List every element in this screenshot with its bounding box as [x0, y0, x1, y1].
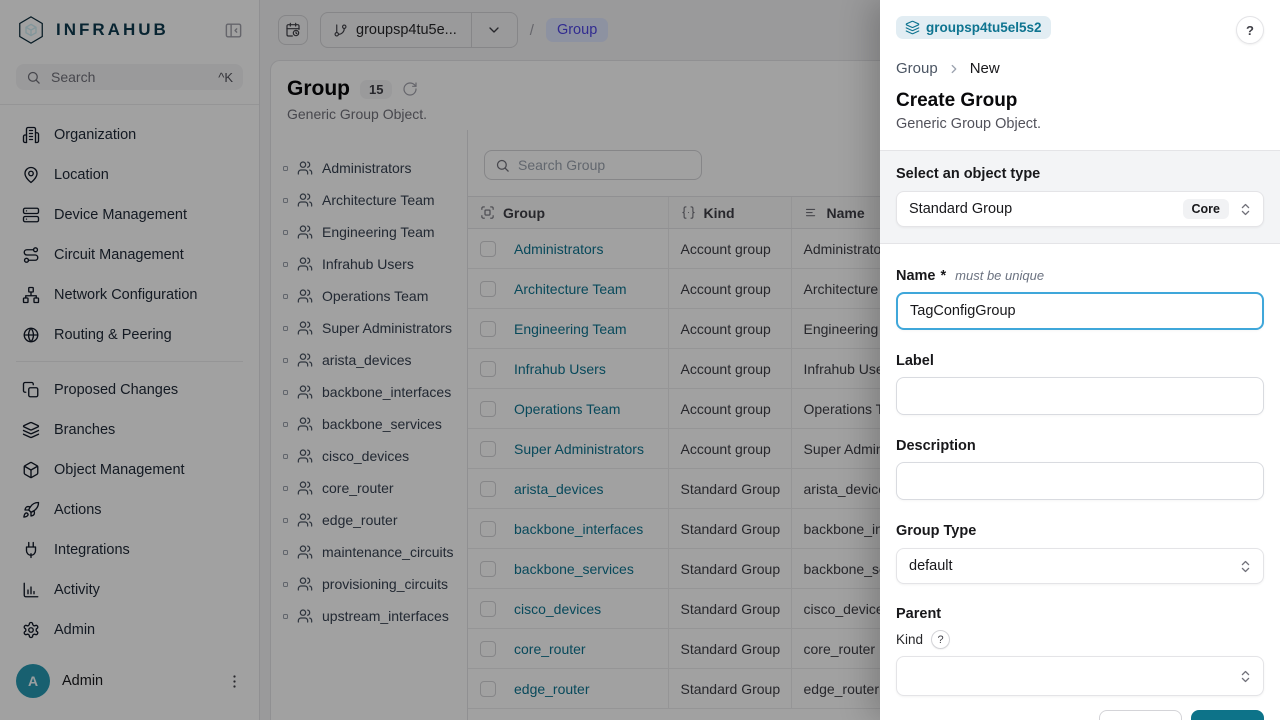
parent-label: Parent: [896, 606, 1264, 622]
object-type-label: Select an object type: [896, 166, 1264, 182]
help-button[interactable]: ?: [1236, 16, 1264, 44]
parent-kind-select[interactable]: [896, 656, 1264, 696]
drawer-breadcrumb: Group New: [896, 60, 1264, 77]
group-type-value: default: [909, 558, 1238, 574]
name-hint: must be unique: [955, 268, 1044, 283]
kind-label: Kind: [896, 632, 923, 647]
object-type-section: Select an object type Standard Group Cor…: [880, 150, 1280, 244]
description-label: Description: [896, 438, 1264, 454]
branch-badge-label: groupsp4tu5el5s2: [926, 20, 1042, 35]
create-group-drawer: groupsp4tu5el5s2 ? Group New Create Grou…: [880, 0, 1280, 720]
save-button[interactable]: Save: [1191, 710, 1264, 720]
drawer-subtitle: Generic Group Object.: [896, 116, 1264, 132]
group-type-field-block: Group Type default: [896, 523, 1264, 584]
parent-field-block: Parent Kind ?: [896, 606, 1264, 696]
branch-badge: groupsp4tu5el5s2: [896, 16, 1051, 39]
create-group-form: Name * must be unique Label Description …: [880, 244, 1280, 696]
group-type-select[interactable]: default: [896, 548, 1264, 584]
modal-overlay[interactable]: [0, 0, 880, 720]
chevrons-up-down-icon: [1238, 669, 1253, 684]
drawer-title: Create Group: [896, 90, 1264, 112]
name-field-block: Name * must be unique: [896, 268, 1264, 330]
breadcrumb-current: New: [970, 60, 1000, 77]
label-label: Label: [896, 353, 1264, 369]
required-asterisk: *: [941, 268, 947, 284]
drawer-header: groupsp4tu5el5s2 ? Group New Create Grou…: [880, 0, 1280, 150]
object-type-select[interactable]: Standard Group Core: [896, 191, 1264, 227]
chevrons-up-down-icon: [1238, 559, 1253, 574]
label-field-block: Label: [896, 353, 1264, 415]
breadcrumb-parent: Group: [896, 60, 938, 77]
object-type-value: Standard Group: [909, 201, 1183, 217]
group-type-label: Group Type: [896, 523, 1264, 539]
cancel-button[interactable]: Cancel: [1099, 710, 1182, 720]
kind-help-button[interactable]: ?: [931, 630, 950, 649]
chevrons-up-down-icon: [1238, 202, 1253, 217]
description-field-block: Description: [896, 438, 1264, 500]
name-input[interactable]: [896, 292, 1264, 330]
core-badge: Core: [1183, 199, 1229, 219]
description-input[interactable]: [896, 462, 1264, 500]
name-label: Name: [896, 268, 936, 284]
label-input[interactable]: [896, 377, 1264, 415]
layers-icon: [905, 20, 920, 35]
drawer-footer: Cancel Save: [880, 696, 1280, 720]
chevron-right-icon: [947, 62, 961, 76]
